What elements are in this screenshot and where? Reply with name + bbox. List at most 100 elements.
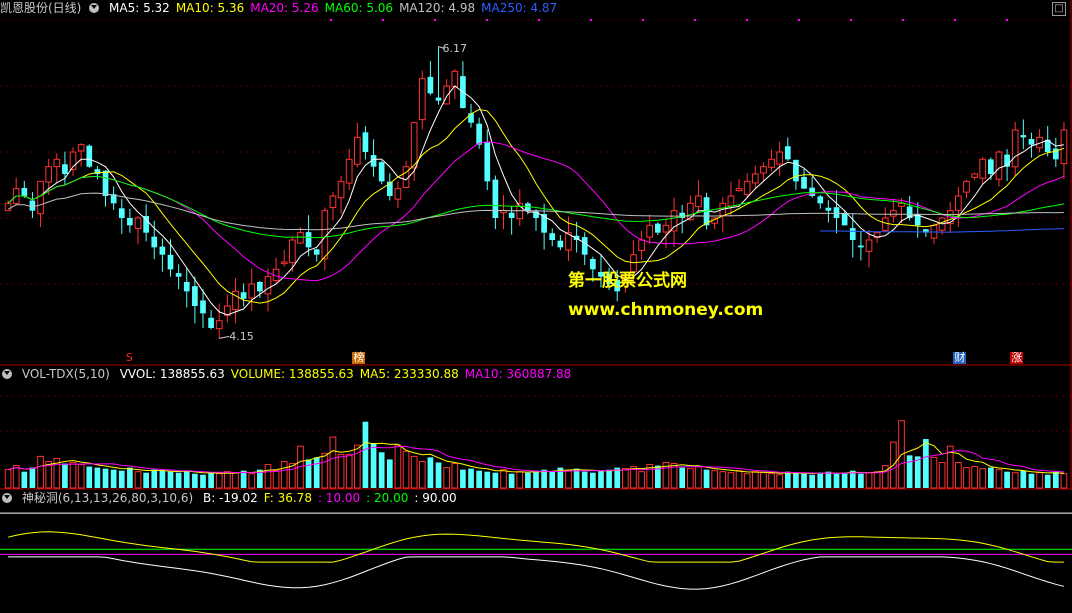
candle-body-down bbox=[468, 113, 474, 123]
volume-bar-down bbox=[370, 443, 377, 488]
candle-body-up bbox=[53, 158, 61, 168]
event-dot bbox=[954, 19, 956, 21]
event-dot bbox=[694, 19, 696, 21]
price-panel[interactable]: 凯恩股份(日线) MA5: 5.32 MA10: 5.36 MA20: 5.26 MA… bbox=[0, 0, 1072, 366]
volume-bar-up bbox=[971, 466, 978, 489]
volume-chart[interactable] bbox=[0, 366, 1072, 490]
ma-legend-item-5: MA250: 4.87 bbox=[481, 1, 558, 15]
volume-bar-up bbox=[768, 473, 775, 489]
candle-body-up bbox=[297, 232, 304, 244]
volume-bar-up bbox=[4, 469, 12, 489]
candle-body-down bbox=[858, 245, 864, 248]
candle-body-down bbox=[825, 207, 832, 211]
indicator-chart[interactable] bbox=[0, 490, 1072, 613]
candle-body-up bbox=[1060, 129, 1068, 165]
candle-body-down bbox=[427, 76, 434, 94]
candle-body-up bbox=[134, 217, 142, 229]
candle-body-up bbox=[963, 180, 970, 193]
volume-bar-down bbox=[598, 470, 604, 488]
volume-panel[interactable]: VOL-TDX(5,10) VVOL: 138855.63 VOLUME: 138… bbox=[0, 366, 1072, 490]
signal-sell-marker[interactable]: S bbox=[125, 352, 134, 364]
volume-bar-up bbox=[232, 472, 239, 489]
signal-rise-marker[interactable]: 涨 bbox=[1010, 352, 1024, 364]
candle-body-down bbox=[151, 236, 158, 248]
volume-bar-down bbox=[313, 457, 320, 488]
candle-body-up bbox=[971, 173, 978, 178]
volume-bar-down bbox=[484, 471, 491, 488]
volume-bar-up bbox=[1036, 472, 1043, 489]
candle-body-down bbox=[362, 132, 369, 152]
candle-body-up bbox=[345, 158, 353, 184]
event-dot bbox=[1006, 19, 1008, 21]
volume-bar-down bbox=[492, 472, 499, 488]
volume-bar-down bbox=[200, 474, 206, 488]
signal-list-marker[interactable]: 榜 bbox=[352, 352, 366, 364]
candle-body-down bbox=[987, 159, 994, 174]
volume-bar-up bbox=[938, 462, 946, 489]
volume-bar-up bbox=[686, 468, 694, 489]
candle-body-down bbox=[484, 142, 491, 182]
volume-bar-up bbox=[248, 473, 256, 489]
volume-bar-up bbox=[451, 463, 459, 489]
volume-legend: VVOL: 138855.63 VOLUME: 138855.63 MA5: 233… bbox=[120, 367, 578, 381]
event-dot bbox=[434, 19, 436, 21]
candle-body-down bbox=[508, 212, 515, 218]
candle-body-up bbox=[662, 224, 670, 233]
candlestick-chart[interactable] bbox=[0, 0, 1072, 366]
volume-bar-down bbox=[305, 459, 312, 488]
volume-bar-down bbox=[858, 473, 864, 488]
candle-body-down bbox=[784, 146, 791, 160]
volume-bar-down bbox=[581, 471, 588, 488]
candle-body-down bbox=[313, 249, 320, 255]
volume-bar-down bbox=[793, 472, 799, 488]
volume-bar-down bbox=[525, 472, 531, 488]
maximize-icon[interactable]: □ bbox=[1052, 2, 1066, 16]
candle-body-up bbox=[751, 173, 759, 184]
indicator-title: 神秘洞(6,13,13,26,80,3,10,6) bbox=[21, 491, 194, 505]
event-dot bbox=[330, 19, 332, 21]
event-dot bbox=[798, 19, 800, 21]
candle-body-up bbox=[451, 70, 459, 88]
volume-title: VOL-TDX(5,10) bbox=[21, 367, 110, 381]
candle-body-up bbox=[37, 180, 44, 215]
volume-bar-up bbox=[955, 462, 962, 489]
candle-body-up bbox=[995, 151, 1003, 180]
volume-bar-down bbox=[468, 468, 474, 488]
volume-bar-down bbox=[240, 470, 247, 488]
vol-legend-item-2: MA5: 233330.88 bbox=[359, 367, 459, 381]
volume-bar-down bbox=[914, 456, 921, 488]
candle-body-up bbox=[329, 195, 337, 208]
volume-bar-up bbox=[695, 466, 702, 489]
vol-legend-item-3: MA10: 360887.88 bbox=[464, 367, 572, 381]
volume-bar-up bbox=[418, 460, 426, 489]
candle-body-down bbox=[801, 176, 807, 189]
event-dot bbox=[486, 19, 488, 21]
volume-bar-down bbox=[508, 473, 515, 488]
volume-bar-down bbox=[62, 463, 68, 488]
volume-bar-down bbox=[386, 459, 393, 488]
volume-bar-up bbox=[410, 455, 418, 489]
vol-legend-item-0: VVOL: 138855.63 bbox=[119, 367, 225, 381]
candle-body-up bbox=[1011, 129, 1019, 168]
volume-bar-down bbox=[102, 468, 109, 488]
candle-body-up bbox=[394, 188, 402, 200]
volume-bar-down bbox=[167, 471, 174, 488]
event-dot bbox=[902, 19, 904, 21]
volume-bar-up bbox=[865, 472, 873, 489]
event-dot bbox=[382, 19, 384, 21]
dropdown-icon[interactable] bbox=[89, 3, 100, 13]
volume-bar-down bbox=[841, 472, 848, 488]
dropdown-icon[interactable] bbox=[2, 493, 12, 503]
event-dot bbox=[590, 19, 592, 21]
dropdown-icon[interactable] bbox=[2, 369, 12, 379]
volume-bar-up bbox=[1060, 473, 1068, 489]
volume-bar-down bbox=[833, 473, 840, 488]
signal-finance-marker[interactable]: 财 bbox=[953, 352, 967, 364]
candle-body-down bbox=[159, 246, 166, 255]
volume-bar-up bbox=[394, 444, 402, 489]
indicator-panel[interactable]: 神秘洞(6,13,13,26,80,3,10,6) B: -19.02 F: 36… bbox=[0, 490, 1072, 613]
ma-legend-item-4: MA120: 4.98 bbox=[399, 1, 476, 15]
candle-body-up bbox=[646, 224, 654, 238]
candle-body-up bbox=[215, 320, 223, 330]
volume-bar-down bbox=[809, 474, 815, 488]
